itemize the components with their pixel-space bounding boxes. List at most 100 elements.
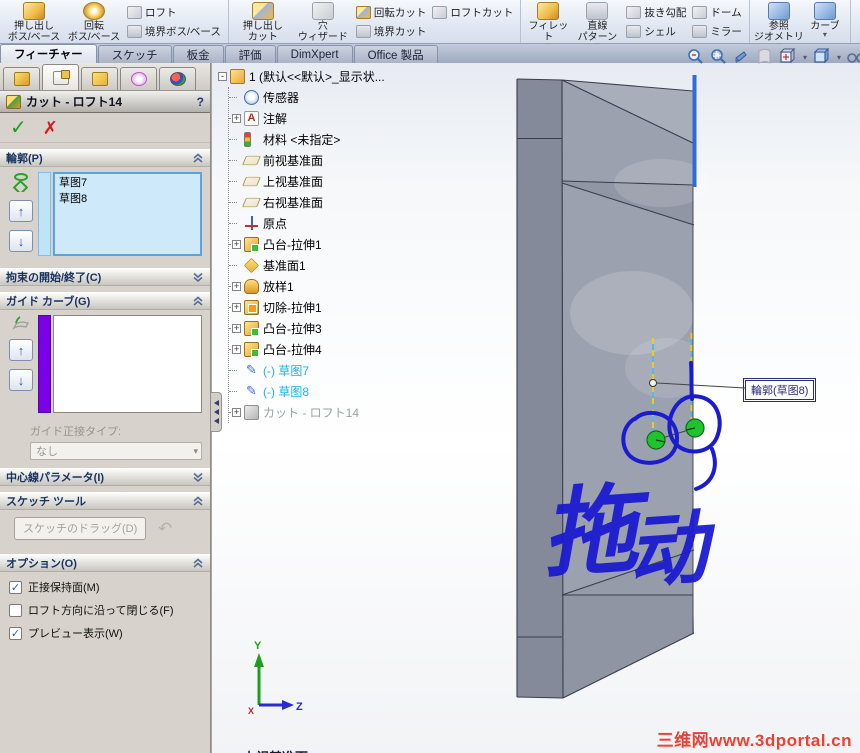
option-close-loft[interactable]: ロフト方向に沿って閉じる(F) — [9, 602, 210, 618]
revolved-cut-button[interactable]: 回転カット — [353, 3, 430, 22]
tree-item-loft1[interactable]: + 放样1 — [229, 276, 458, 297]
configuration-manager-icon — [91, 72, 108, 86]
extruded-boss-button[interactable]: 押し出し ボス/ベース — [4, 1, 64, 43]
revolved-boss-button[interactable]: 回転 ボス/ベース — [64, 1, 124, 43]
curves-button[interactable]: カーブ ▾ — [804, 1, 846, 42]
expand-box[interactable]: + — [232, 114, 241, 123]
guide-move-up-button[interactable]: ↑ — [9, 339, 33, 361]
reference-geometry-button[interactable]: 参照 ジオメトリ ▾ — [754, 1, 804, 50]
configuration-manager-tab[interactable] — [81, 67, 118, 90]
display-manager-tab[interactable] — [159, 67, 196, 90]
view-orientation-caret[interactable]: ▾ — [803, 53, 807, 62]
help-button[interactable]: ? — [197, 95, 204, 109]
undo-icon[interactable]: ↷ — [158, 519, 172, 538]
linear-pattern-button[interactable]: 直線 パターン ▾ — [571, 1, 623, 50]
mirror-button[interactable]: ミラー — [689, 22, 745, 41]
zoom-to-area-icon[interactable] — [709, 48, 727, 66]
tree-item-top-plane[interactable]: 上视基准面 — [229, 171, 458, 192]
tree-item-label: 原点 — [263, 217, 288, 231]
guide-curves-section-header[interactable]: ガイド カーブ(G) — [0, 292, 210, 310]
display-style-caret[interactable]: ▾ — [837, 53, 841, 62]
cancel-button[interactable]: ✗ — [43, 119, 58, 137]
tree-item-plane1[interactable]: 基准面1 — [229, 255, 458, 276]
revolved-boss-icon — [83, 2, 105, 20]
option-show-preview[interactable]: プレビュー表示(W) — [9, 625, 210, 641]
move-down-button[interactable]: ↓ — [9, 230, 33, 252]
checkbox-show-preview[interactable] — [9, 626, 22, 640]
centerline-section-header[interactable]: 中心線パラメータ(I) — [0, 468, 210, 486]
part-icon — [230, 69, 245, 84]
guide-curves-listbox[interactable] — [53, 315, 202, 413]
tree-item-boss-extrude1[interactable]: + 凸台-拉伸1 — [229, 234, 458, 255]
tree-item-material[interactable]: 材料 <未指定> — [229, 129, 458, 150]
tab-features[interactable]: フィーチャー — [0, 44, 97, 63]
section-view-icon[interactable] — [755, 48, 773, 66]
tree-item-right-plane[interactable]: 右视基准面 — [229, 192, 458, 213]
tree-item-annotations[interactable]: + 注解 — [229, 108, 458, 129]
profiles-selection-bar — [38, 172, 51, 256]
tree-item-origin[interactable]: 原点 — [229, 213, 458, 234]
display-style-icon[interactable] — [812, 48, 832, 66]
checkbox-tangent-faces[interactable] — [9, 580, 22, 594]
fillet-button[interactable]: フィレット ▾ — [525, 1, 571, 50]
dome-button[interactable]: ドーム — [689, 3, 745, 22]
tab-sketch[interactable]: スケッチ — [97, 45, 172, 63]
shell-button[interactable]: シェル — [623, 22, 689, 41]
boundary-boss-button[interactable]: 境界ボス/ベース — [124, 22, 224, 41]
profile-callout[interactable]: 輪郭(草图8) — [742, 378, 817, 402]
previous-view-icon[interactable] — [732, 48, 750, 66]
expand-box[interactable]: + — [232, 345, 241, 354]
tree-item-boss-extrude4[interactable]: + 凸台-拉伸4 — [229, 339, 458, 360]
hole-wizard-button[interactable]: 穴 ウィザード — [293, 1, 353, 43]
extruded-cut-button[interactable]: 押し出し カット — [233, 1, 293, 43]
ok-button[interactable]: ✓ — [10, 118, 27, 138]
expand-box[interactable]: + — [232, 408, 241, 417]
view-orientation-icon[interactable] — [778, 48, 798, 66]
sketch-tools-section-header[interactable]: スケッチ ツール — [0, 492, 210, 510]
options-section-header[interactable]: オプション(O) — [0, 554, 210, 572]
tab-sheet-metal[interactable]: 板金 — [172, 45, 224, 63]
profile-item-sketch7[interactable]: 草图7 — [59, 175, 196, 191]
curves-dropdown-caret[interactable]: ▾ — [823, 31, 827, 39]
model-body[interactable] — [516, 75, 710, 699]
tree-item-sensors[interactable]: 传感器 — [229, 87, 458, 108]
profiles-section-header[interactable]: 輪郭(P) — [0, 149, 210, 167]
tree-item-label: 基准面1 — [263, 259, 306, 273]
property-manager-tab[interactable] — [42, 64, 79, 90]
loft-button[interactable]: ロフト — [124, 3, 224, 22]
drag-sketch-button[interactable]: スケッチのドラッグ(D) — [14, 517, 147, 540]
tree-item-sketch7[interactable]: (-) 草图7 — [229, 360, 458, 381]
tree-item-sketch8[interactable]: (-) 草图8 — [229, 381, 458, 402]
instant3d-button[interactable]: Instant3D — [855, 1, 860, 42]
profiles-listbox[interactable]: 草图7 草图8 — [53, 172, 202, 256]
checkbox-close-loft[interactable] — [9, 603, 22, 617]
tree-root[interactable]: - 1 (默认<<默认>_显示状... — [218, 66, 458, 87]
feature-manager-tab[interactable] — [3, 67, 40, 90]
dimxpert-manager-tab[interactable] — [120, 67, 157, 90]
start-end-constraints-section-header[interactable]: 拘束の開始/終了(C) — [0, 268, 210, 286]
tree-root-expand-box[interactable]: - — [218, 72, 227, 81]
draft-button[interactable]: 抜き勾配 — [623, 3, 689, 22]
profile-point[interactable] — [649, 379, 657, 387]
boundary-cut-button[interactable]: 境界カット — [353, 22, 430, 41]
loft-cut-button[interactable]: ロフトカット — [429, 3, 516, 22]
tab-dimxpert[interactable]: DimXpert — [276, 45, 353, 63]
tab-features-label: フィーチャー — [14, 49, 83, 61]
tab-office-products[interactable]: Office 製品 — [353, 45, 438, 63]
tree-item-boss-extrude3[interactable]: + 凸台-拉伸3 — [229, 318, 458, 339]
guide-tangency-dropdown[interactable]: なし ▾ — [30, 442, 202, 460]
expand-box[interactable]: + — [232, 303, 241, 312]
tree-item-front-plane[interactable]: 前视基准面 — [229, 150, 458, 171]
hide-show-items-icon[interactable] — [846, 49, 860, 65]
guide-move-down-button[interactable]: ↓ — [9, 369, 33, 391]
expand-box[interactable]: + — [232, 282, 241, 291]
tree-item-cut-extrude1[interactable]: + 切除-拉伸1 — [229, 297, 458, 318]
tab-evaluate[interactable]: 評価 — [224, 45, 276, 63]
expand-box[interactable]: + — [232, 324, 241, 333]
tree-item-cut-loft14[interactable]: + カット - ロフト14 — [229, 402, 458, 423]
move-up-button[interactable]: ↑ — [9, 200, 33, 222]
expand-box[interactable]: + — [232, 240, 241, 249]
zoom-to-fit-icon[interactable] — [686, 48, 704, 66]
profile-item-sketch8[interactable]: 草图8 — [59, 191, 196, 207]
option-tangent-faces[interactable]: 正接保持面(M) — [9, 579, 210, 595]
